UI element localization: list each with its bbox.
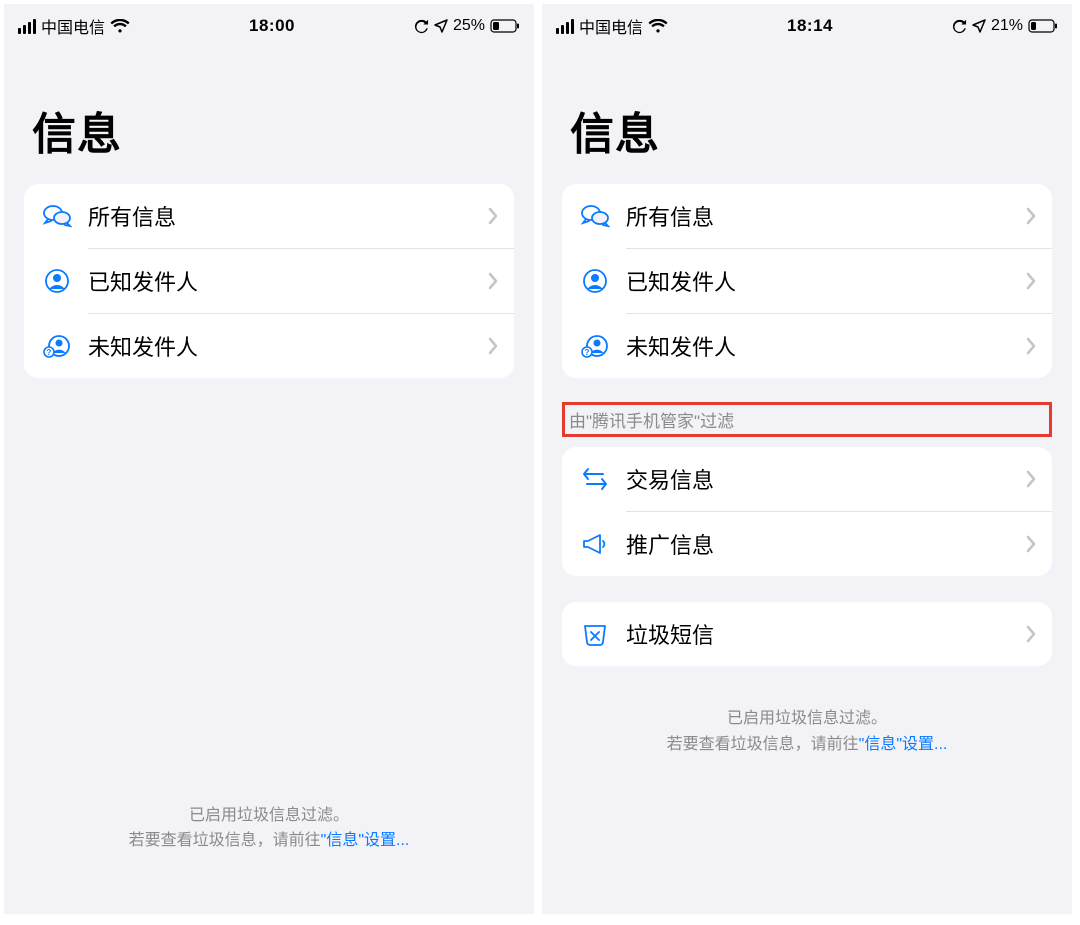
clock: 18:14 bbox=[787, 16, 833, 36]
row-transactions[interactable]: 交易信息 bbox=[562, 447, 1052, 511]
footer-line1: 已启用垃圾信息过滤。 bbox=[129, 803, 410, 829]
chat-bubbles-icon bbox=[40, 203, 74, 229]
row-all-messages[interactable]: 所有信息 bbox=[24, 184, 514, 248]
rotation-lock-icon bbox=[414, 19, 429, 34]
chevron-right-icon bbox=[488, 207, 498, 225]
messages-card: 所有信息 已知发件人 ? 未知发件人 bbox=[562, 184, 1052, 378]
row-label: 未知发件人 bbox=[626, 330, 1026, 362]
person-circle-icon bbox=[578, 268, 612, 294]
carrier-label: 中国电信 bbox=[41, 14, 105, 38]
person-circle-icon bbox=[40, 268, 74, 294]
chevron-right-icon bbox=[488, 337, 498, 355]
messages-card: 所有信息 已知发件人 ? 未知发件人 bbox=[24, 184, 514, 378]
status-right: 25% bbox=[414, 17, 520, 35]
svg-text:?: ? bbox=[585, 348, 590, 357]
chevron-right-icon bbox=[1026, 272, 1036, 290]
row-all-messages[interactable]: 所有信息 bbox=[562, 184, 1052, 248]
location-icon bbox=[972, 19, 986, 33]
row-unknown-senders[interactable]: ? 未知发件人 bbox=[24, 314, 514, 378]
battery-icon bbox=[1028, 19, 1058, 33]
footer-line1: 已启用垃圾信息过滤。 bbox=[592, 706, 1022, 732]
chevron-right-icon bbox=[488, 272, 498, 290]
phone-right: 中国电信 18:14 21% 信息 所有信息 bbox=[542, 4, 1072, 914]
chevron-right-icon bbox=[1026, 470, 1036, 488]
filter-card: 交易信息 推广信息 bbox=[562, 447, 1052, 576]
row-known-senders[interactable]: 已知发件人 bbox=[562, 249, 1052, 313]
content-right: 所有信息 已知发件人 ? 未知发件人 bbox=[542, 184, 1072, 914]
clock: 18:00 bbox=[249, 16, 295, 36]
status-bar: 中国电信 18:00 25% bbox=[4, 4, 534, 46]
settings-link[interactable]: "信息"设置... bbox=[859, 736, 948, 753]
signal-icon bbox=[18, 19, 36, 34]
wifi-icon bbox=[648, 19, 668, 34]
row-unknown-senders[interactable]: ? 未知发件人 bbox=[562, 314, 1052, 378]
junk-card: 垃圾短信 bbox=[562, 602, 1052, 666]
row-label: 未知发件人 bbox=[88, 330, 488, 362]
carrier-label: 中国电信 bbox=[579, 14, 643, 38]
row-label: 推广信息 bbox=[626, 528, 1026, 560]
status-bar: 中国电信 18:14 21% bbox=[542, 4, 1072, 46]
phone-left: 中国电信 18:00 25% 信息 所有信息 bbox=[4, 4, 534, 914]
battery-icon bbox=[490, 19, 520, 33]
status-left: 中国电信 bbox=[18, 14, 130, 38]
svg-text:?: ? bbox=[47, 348, 52, 357]
footer-line2-pre: 若要查看垃圾信息，请前往 bbox=[129, 832, 321, 849]
footer-note: 已启用垃圾信息过滤。 若要查看垃圾信息，请前往"信息"设置... bbox=[562, 706, 1052, 757]
transfer-arrows-icon bbox=[578, 467, 612, 491]
row-promotions[interactable]: 推广信息 bbox=[562, 512, 1052, 576]
page-title: 信息 bbox=[542, 46, 1072, 184]
row-known-senders[interactable]: 已知发件人 bbox=[24, 249, 514, 313]
row-label: 所有信息 bbox=[626, 200, 1026, 232]
wifi-icon bbox=[110, 19, 130, 34]
row-label: 所有信息 bbox=[88, 200, 488, 232]
person-question-icon: ? bbox=[40, 333, 74, 359]
row-label: 已知发件人 bbox=[626, 265, 1026, 297]
filter-section-header-highlight: 由"腾讯手机管家"过滤 bbox=[562, 402, 1052, 437]
row-label: 垃圾短信 bbox=[626, 618, 1026, 650]
footer-line2-pre: 若要查看垃圾信息，请前往 bbox=[667, 736, 859, 753]
status-left: 中国电信 bbox=[556, 14, 668, 38]
chevron-right-icon bbox=[1026, 337, 1036, 355]
person-question-icon: ? bbox=[578, 333, 612, 359]
signal-icon bbox=[556, 19, 574, 34]
chevron-right-icon bbox=[1026, 625, 1036, 643]
row-label: 已知发件人 bbox=[88, 265, 488, 297]
chevron-right-icon bbox=[1026, 207, 1036, 225]
battery-pct: 21% bbox=[991, 17, 1023, 35]
junk-bin-icon bbox=[578, 622, 612, 646]
status-right: 21% bbox=[952, 17, 1058, 35]
settings-link[interactable]: "信息"设置... bbox=[321, 832, 410, 849]
megaphone-icon bbox=[578, 532, 612, 556]
battery-pct: 25% bbox=[453, 17, 485, 35]
filter-section-header: 由"腾讯手机管家"过滤 bbox=[569, 412, 734, 431]
location-icon bbox=[434, 19, 448, 33]
footer-note: 已启用垃圾信息过滤。 若要查看垃圾信息，请前往"信息"设置... bbox=[99, 803, 440, 854]
content-left: 所有信息 已知发件人 ? 未知发件人 bbox=[4, 184, 534, 914]
row-label: 交易信息 bbox=[626, 463, 1026, 495]
chevron-right-icon bbox=[1026, 535, 1036, 553]
page-title: 信息 bbox=[4, 46, 534, 184]
rotation-lock-icon bbox=[952, 19, 967, 34]
chat-bubbles-icon bbox=[578, 203, 612, 229]
row-junk[interactable]: 垃圾短信 bbox=[562, 602, 1052, 666]
